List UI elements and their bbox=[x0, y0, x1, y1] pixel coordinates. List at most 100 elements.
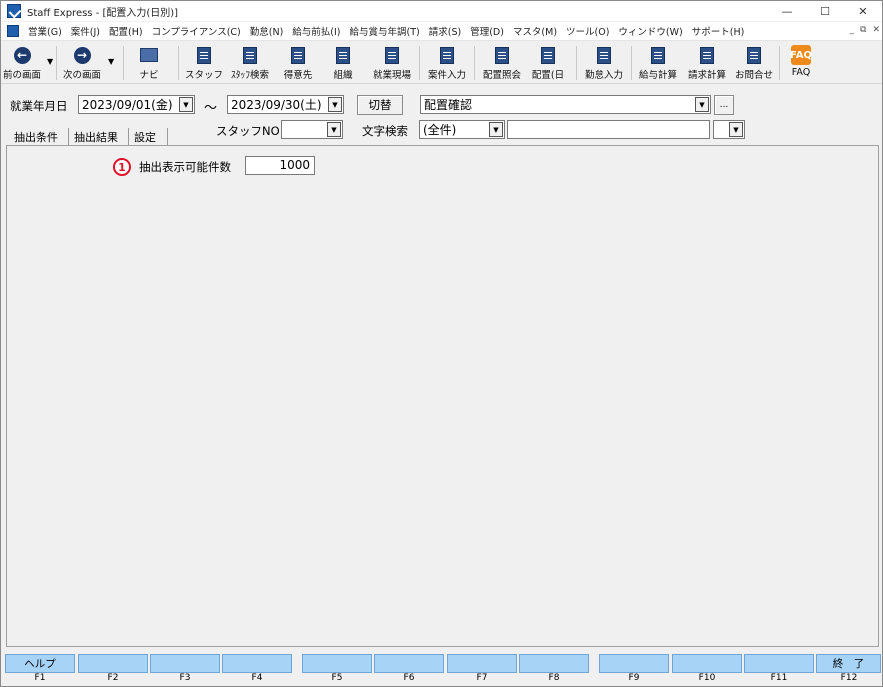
chevron-down-icon[interactable]: ▼ bbox=[328, 97, 342, 112]
f7-button[interactable] bbox=[447, 654, 517, 673]
contact-label: お問合せ bbox=[734, 70, 773, 81]
chevron-down-icon[interactable]: ▼ bbox=[695, 97, 709, 112]
staff-label: スタッフ bbox=[185, 70, 224, 81]
f3-key-label: F3 bbox=[179, 673, 191, 683]
f11-key-label: F11 bbox=[770, 673, 788, 683]
chevron-down-icon[interactable]: ▼ bbox=[729, 122, 743, 137]
assign-inquiry-button[interactable]: 配置照会 bbox=[479, 44, 525, 82]
faq-button[interactable]: FAQ FAQ bbox=[786, 44, 816, 82]
ellipsis-button[interactable]: ... bbox=[714, 95, 734, 115]
work-date-label: 就業年月日 bbox=[10, 99, 68, 113]
next-dropdown-icon[interactable]: ▼ bbox=[108, 57, 114, 66]
menu-attendance[interactable]: 勤怠(N) bbox=[250, 24, 284, 38]
staff-no-select[interactable]: ▼ bbox=[281, 120, 343, 139]
menu-window[interactable]: ウィンドウ(W) bbox=[618, 24, 682, 38]
minimize-button[interactable]: — bbox=[768, 1, 806, 21]
switch-button[interactable]: 切替 bbox=[357, 95, 403, 115]
menu-bar: 営業(G) 案件(J) 配置(H) コンプライアンス(C) 勤怠(N) 給与前払… bbox=[1, 22, 882, 41]
next-screen-label: 次の画面 bbox=[62, 70, 101, 81]
navi-button[interactable]: ナビ bbox=[134, 44, 164, 82]
tab-extract-conditions[interactable]: 抽出条件 bbox=[14, 129, 58, 146]
f8-button[interactable] bbox=[519, 654, 589, 673]
tab-settings[interactable]: 設定 bbox=[134, 129, 156, 146]
settings-panel bbox=[6, 145, 879, 647]
maximize-button[interactable]: ☐ bbox=[806, 1, 844, 21]
mdi-restore-button[interactable]: ⧉ bbox=[860, 25, 866, 35]
faq-icon: FAQ bbox=[790, 45, 812, 65]
staff-search-button[interactable]: ｽﾀｯﾌ検索 bbox=[228, 44, 272, 82]
close-button[interactable]: ✕ bbox=[844, 1, 882, 21]
menu-sales[interactable]: 営業(G) bbox=[28, 24, 62, 38]
f12-exit-button[interactable]: 終 了 bbox=[816, 654, 881, 673]
marker-badge: 1 bbox=[113, 158, 131, 176]
payroll-calc-button[interactable]: 給与計算 bbox=[635, 44, 681, 82]
menu-admin[interactable]: 管理(D) bbox=[470, 24, 504, 38]
f1-help-button[interactable]: ヘルプ bbox=[5, 654, 75, 673]
assign-day-label: 配置(日 bbox=[531, 70, 565, 81]
billing-label: 請求計算 bbox=[687, 70, 726, 81]
text-search-label: 文字検索 bbox=[362, 124, 408, 138]
menu-case[interactable]: 案件(J) bbox=[71, 24, 100, 38]
attendance-input-button[interactable]: 勤怠入力 bbox=[581, 44, 627, 82]
payroll-icon bbox=[651, 46, 665, 64]
client-button[interactable]: 得意先 bbox=[281, 44, 315, 82]
chevron-down-icon[interactable]: ▼ bbox=[327, 122, 341, 137]
menu-compliance[interactable]: コンプライアンス(C) bbox=[152, 24, 241, 38]
contact-button[interactable]: お問合せ bbox=[732, 44, 776, 82]
keyboard-icon bbox=[140, 48, 158, 62]
f6-button[interactable] bbox=[374, 654, 444, 673]
text-search-scope-select[interactable]: (全件) ▼ bbox=[419, 120, 505, 139]
prev-dropdown-icon[interactable]: ▼ bbox=[47, 57, 53, 66]
faq-label: FAQ bbox=[791, 67, 811, 78]
f9-button[interactable] bbox=[599, 654, 669, 673]
f11-button[interactable] bbox=[744, 654, 814, 673]
attendance-label: 勤怠入力 bbox=[584, 70, 623, 81]
assign-day-button[interactable]: 配置(日 bbox=[528, 44, 568, 82]
client-building-icon bbox=[291, 46, 305, 64]
staff-search-icon bbox=[243, 46, 257, 64]
range-tilde: 〜 bbox=[204, 101, 218, 116]
chevron-down-icon[interactable]: ▼ bbox=[489, 122, 503, 137]
mdi-close-button[interactable]: ✕ bbox=[872, 25, 880, 35]
tab-extract-results[interactable]: 抽出結果 bbox=[74, 129, 118, 146]
mdi-minimize-button[interactable]: _ bbox=[850, 25, 855, 35]
date-from-select[interactable]: 2023/09/01(金) ▼ bbox=[78, 95, 195, 114]
menu-billing[interactable]: 請求(S) bbox=[429, 24, 461, 38]
f7-key-label: F7 bbox=[476, 673, 488, 683]
f4-button[interactable] bbox=[222, 654, 292, 673]
menu-assign[interactable]: 配置(H) bbox=[109, 24, 143, 38]
staff-search-label: ｽﾀｯﾌ検索 bbox=[230, 70, 269, 81]
f5-button[interactable] bbox=[302, 654, 372, 673]
navi-label: ナビ bbox=[139, 70, 159, 81]
prev-screen-button[interactable]: ← 前の画面 bbox=[2, 44, 42, 82]
site-button[interactable]: 就業現場 bbox=[370, 44, 414, 82]
max-results-input[interactable]: 1000 bbox=[245, 156, 315, 175]
menu-support[interactable]: サポート(H) bbox=[692, 24, 745, 38]
staff-button[interactable]: スタッフ bbox=[185, 44, 224, 82]
f4-key-label: F4 bbox=[251, 673, 263, 683]
f2-button[interactable] bbox=[78, 654, 148, 673]
billing-calc-button[interactable]: 請求計算 bbox=[684, 44, 730, 82]
org-button[interactable]: 組織 bbox=[328, 44, 358, 82]
mdi-doc-icon[interactable] bbox=[7, 25, 19, 37]
client-label: 得意先 bbox=[283, 70, 313, 81]
app-window: Staff Express - [配置入力(日別)] — ☐ ✕ 営業(G) 案… bbox=[0, 0, 883, 687]
chevron-down-icon[interactable]: ▼ bbox=[179, 97, 193, 112]
date-to-select[interactable]: 2023/09/30(土) ▼ bbox=[227, 95, 344, 114]
case-input-button[interactable]: 案件入力 bbox=[424, 44, 470, 82]
menu-master[interactable]: マスタ(M) bbox=[513, 24, 557, 38]
extra-select[interactable]: ▼ bbox=[713, 120, 745, 139]
menu-prepayment[interactable]: 給与前払(I) bbox=[292, 24, 340, 38]
text-search-input[interactable] bbox=[507, 120, 710, 139]
next-screen-button[interactable]: → 次の画面 bbox=[59, 44, 105, 82]
f5-key-label: F5 bbox=[331, 673, 343, 683]
assign-inquiry-icon bbox=[495, 46, 509, 64]
view-mode-select[interactable]: 配置確認 ▼ bbox=[420, 95, 711, 114]
menu-salary-bonus[interactable]: 給与賞与年調(T) bbox=[350, 24, 420, 38]
text-search-scope-value: (全件) bbox=[423, 123, 457, 137]
org-label: 組織 bbox=[333, 70, 353, 81]
menu-tools[interactable]: ツール(O) bbox=[566, 24, 609, 38]
f3-button[interactable] bbox=[150, 654, 220, 673]
f10-button[interactable] bbox=[672, 654, 742, 673]
site-label: 就業現場 bbox=[372, 70, 411, 81]
